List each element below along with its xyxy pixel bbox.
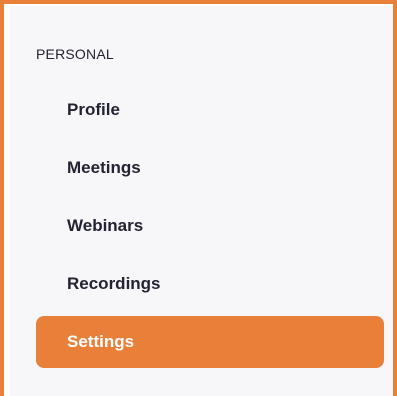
sidebar-item-label: Profile — [67, 100, 120, 119]
sidebar-item-webinars[interactable]: Webinars — [36, 200, 384, 252]
sidebar-nav: PERSONAL Profile Meetings Webinars Recor… — [10, 6, 393, 396]
sidebar-item-label: Settings — [67, 332, 135, 351]
sidebar-item-meetings[interactable]: Meetings — [36, 142, 384, 194]
sidebar-item-label: Meetings — [67, 158, 141, 177]
sidebar-item-settings[interactable]: Settings — [36, 316, 384, 368]
sidebar-item-recordings[interactable]: Recordings — [36, 258, 384, 310]
sidebar-item-label: Recordings — [67, 274, 161, 293]
sidebar-item-profile[interactable]: Profile — [36, 84, 384, 136]
sidebar-item-label: Webinars — [67, 216, 144, 235]
section-label-personal: PERSONAL — [36, 46, 114, 62]
